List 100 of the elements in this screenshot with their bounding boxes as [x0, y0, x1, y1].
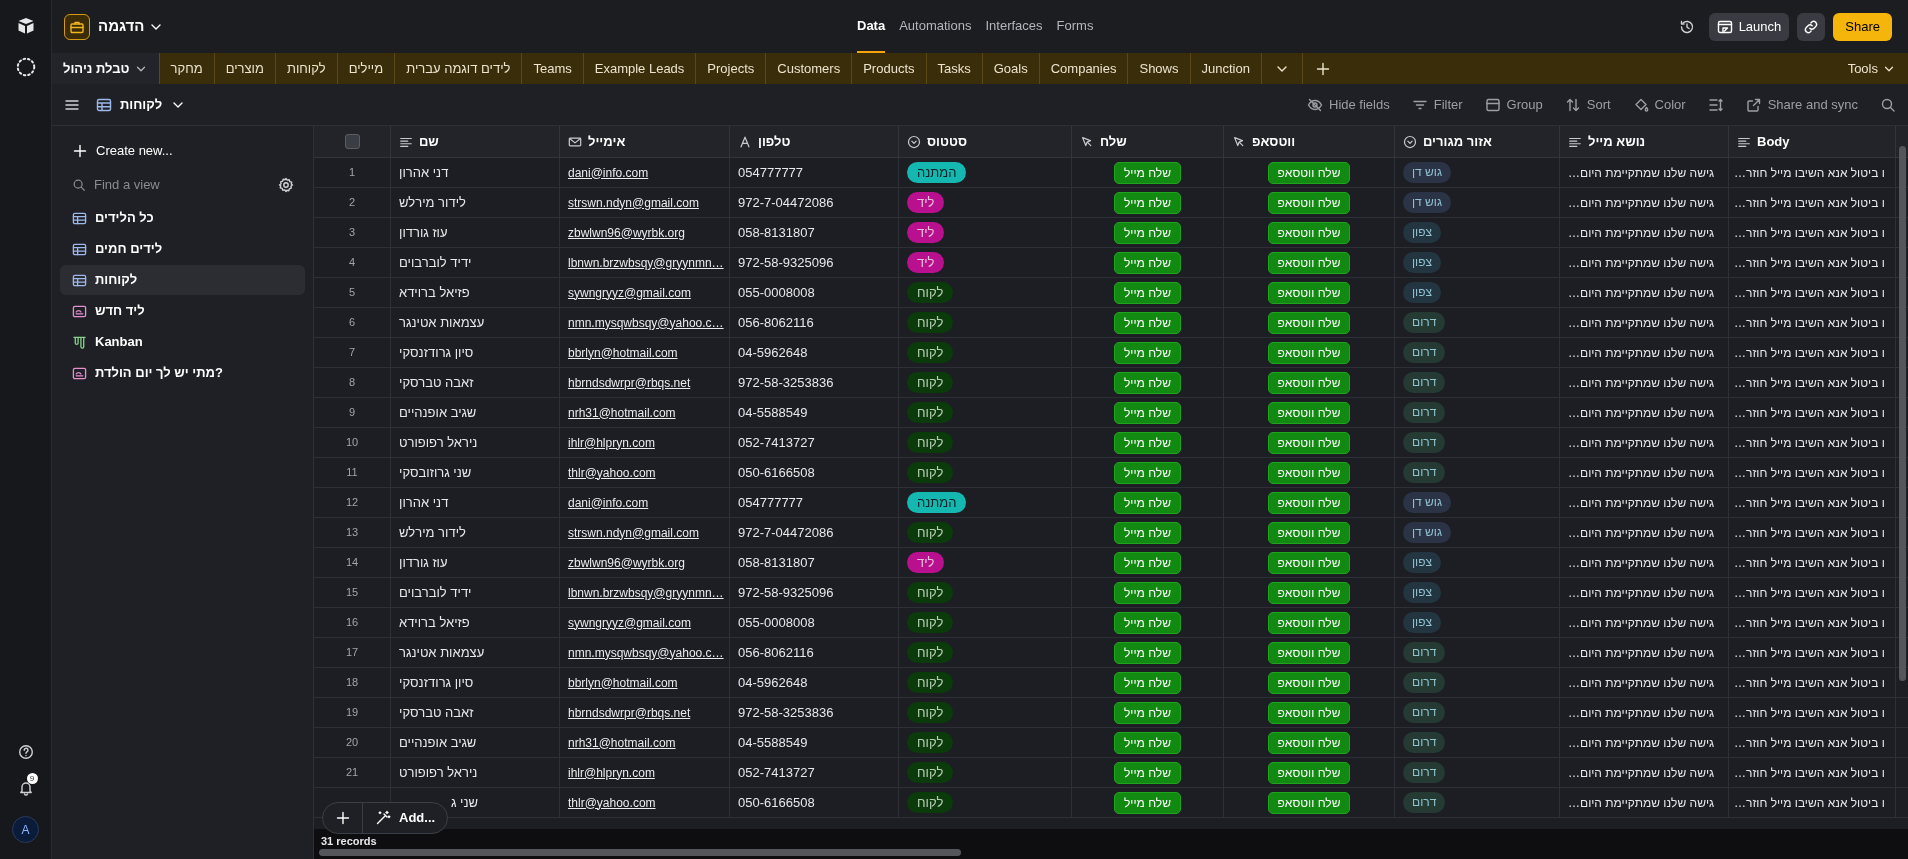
email-link[interactable]: bbrlyn@hotmail.com [568, 343, 678, 362]
send-whatsapp-button[interactable]: שלח ווטסאפ [1267, 221, 1351, 244]
column-header[interactable]: נושא מייל [1588, 131, 1646, 152]
column-header[interactable]: Body [1757, 131, 1790, 152]
send-whatsapp-button[interactable]: שלח ווטסאפ [1267, 191, 1351, 214]
email-link[interactable]: ihlr@hlpryn.com [568, 433, 655, 452]
view-item[interactable]: Kanban [60, 327, 305, 357]
share-view-button[interactable]: Share and sync [1745, 94, 1858, 115]
send-whatsapp-button[interactable]: שלח ווטסאפ [1267, 281, 1351, 304]
send-email-button[interactable]: שלח מייל [1114, 791, 1181, 814]
send-whatsapp-button[interactable]: שלח ווטסאפ [1267, 641, 1351, 664]
send-email-button[interactable]: שלח מייל [1114, 551, 1181, 574]
view-switcher[interactable]: לקוחות [96, 94, 187, 115]
email-link[interactable]: hbrndsdwrpr@rbqs.net [568, 703, 691, 722]
base-name-button[interactable]: הדגמה [98, 15, 165, 38]
column-header[interactable]: שלח [1100, 131, 1127, 152]
nav-tab[interactable]: Forms [1056, 0, 1094, 53]
view-item[interactable]: מתי יש לך יום הולדת? [60, 358, 305, 388]
send-email-button[interactable]: שלח מייל [1114, 671, 1181, 694]
send-whatsapp-button[interactable]: שלח ווטסאפ [1267, 791, 1351, 814]
view-item[interactable]: לקוחות [60, 265, 305, 295]
send-whatsapp-button[interactable]: שלח ווטסאפ [1267, 491, 1351, 514]
email-link[interactable]: dani@info.com [568, 493, 649, 512]
dotted-circle-icon[interactable] [14, 56, 37, 78]
filter-button[interactable]: Filter [1411, 94, 1463, 115]
email-link[interactable]: strswn.ndyn@gmail.com [568, 523, 699, 542]
group-button[interactable]: Group [1484, 94, 1543, 115]
send-email-button[interactable]: שלח מייל [1114, 461, 1181, 484]
send-email-button[interactable]: שלח מייל [1114, 641, 1181, 664]
email-link[interactable]: sywngryyz@gmail.com [568, 613, 691, 632]
row-height-button[interactable] [1707, 96, 1724, 113]
table-tab[interactable]: טבלת ניהול [52, 53, 160, 84]
send-whatsapp-button[interactable]: שלח ווטסאפ [1267, 401, 1351, 424]
find-view-field[interactable]: Find a view [94, 175, 270, 195]
send-whatsapp-button[interactable]: שלח ווטסאפ [1267, 521, 1351, 544]
send-email-button[interactable]: שלח מייל [1114, 611, 1181, 634]
send-email-button[interactable]: שלח מייל [1114, 431, 1181, 454]
send-email-button[interactable]: שלח מייל [1114, 371, 1181, 394]
send-whatsapp-button[interactable]: שלח ווטסאפ [1267, 551, 1351, 574]
email-link[interactable]: nrh31@hotmail.com [568, 403, 676, 422]
email-link[interactable]: thlr@yahoo.com [568, 793, 656, 812]
column-header[interactable]: שם [419, 131, 439, 152]
email-link[interactable]: thlr@yahoo.com [568, 463, 656, 482]
send-whatsapp-button[interactable]: שלח ווטסאפ [1267, 371, 1351, 394]
create-new-button[interactable]: Create new... [60, 134, 305, 168]
column-header[interactable]: טלפון [758, 131, 791, 152]
base-icon[interactable] [64, 13, 90, 40]
vertical-scrollbar[interactable] [1899, 146, 1906, 681]
send-email-button[interactable]: שלח מייל [1114, 521, 1181, 544]
color-button[interactable]: Color [1632, 94, 1686, 115]
column-header[interactable]: ווטסאפ [1252, 131, 1296, 152]
send-email-button[interactable]: שלח מייל [1114, 161, 1181, 184]
email-link[interactable]: lbnwn.brzwbsqy@gryynmn… [568, 253, 724, 272]
send-email-button[interactable]: שלח מייל [1114, 281, 1181, 304]
view-item[interactable]: ליד חדש [60, 296, 305, 326]
send-whatsapp-button[interactable]: שלח ווטסאפ [1267, 161, 1351, 184]
copy-link-button[interactable] [1797, 12, 1826, 41]
help-button[interactable] [17, 744, 34, 760]
send-email-button[interactable]: שלח מייל [1114, 701, 1181, 724]
view-item[interactable]: לידים חמים [60, 234, 305, 264]
email-link[interactable]: nrh31@hotmail.com [568, 733, 676, 752]
settings-button[interactable] [278, 177, 294, 193]
send-email-button[interactable]: שלח מייל [1114, 761, 1181, 784]
sort-button[interactable]: Sort [1564, 94, 1611, 115]
email-link[interactable]: nmn.mysqwbsqy@yahoo.c… [568, 643, 724, 662]
nav-tab[interactable]: Interfaces [985, 0, 1043, 53]
email-link[interactable]: ihlr@hlpryn.com [568, 763, 655, 782]
horizontal-scrollbar[interactable] [319, 849, 961, 856]
email-link[interactable]: zbwlwn96@wyrbk.org [568, 553, 685, 572]
view-item[interactable]: כל הלידים [60, 203, 305, 233]
send-email-button[interactable]: שלח מייל [1114, 491, 1181, 514]
send-whatsapp-button[interactable]: שלח ווטסאפ [1267, 701, 1351, 724]
email-link[interactable]: bbrlyn@hotmail.com [568, 673, 678, 692]
search-button[interactable] [1880, 96, 1896, 113]
email-link[interactable]: dani@info.com [568, 163, 649, 182]
send-whatsapp-button[interactable]: שלח ווטסאפ [1267, 251, 1351, 274]
send-whatsapp-button[interactable]: שלח ווטסאפ [1267, 581, 1351, 604]
email-link[interactable]: sywngryyz@gmail.com [568, 283, 691, 302]
tools-menu[interactable]: Tools [1847, 58, 1896, 79]
send-whatsapp-button[interactable]: שלח ווטסאפ [1267, 611, 1351, 634]
column-header[interactable]: סטטוס [927, 131, 967, 152]
send-whatsapp-button[interactable]: שלח ווטסאפ [1267, 311, 1351, 334]
column-header[interactable]: אזור מגורים [1423, 131, 1492, 152]
send-whatsapp-button[interactable]: שלח ווטסאפ [1267, 341, 1351, 364]
send-email-button[interactable]: שלח מייל [1114, 311, 1181, 334]
send-whatsapp-button[interactable]: שלח ווטסאפ [1267, 431, 1351, 454]
send-whatsapp-button[interactable]: שלח ווטסאפ [1267, 461, 1351, 484]
email-link[interactable]: hbrndsdwrpr@rbqs.net [568, 373, 691, 392]
email-link[interactable]: strswn.ndyn@gmail.com [568, 193, 699, 212]
notifications-button[interactable] [17, 780, 34, 796]
send-email-button[interactable]: שלח מייל [1114, 221, 1181, 244]
send-email-button[interactable]: שלח מייל [1114, 341, 1181, 364]
send-email-button[interactable]: שלח מייל [1114, 191, 1181, 214]
send-whatsapp-button[interactable]: שלח ווטסאפ [1267, 761, 1351, 784]
send-email-button[interactable]: שלח מייל [1114, 251, 1181, 274]
share-button[interactable]: Share [1833, 12, 1892, 41]
email-link[interactable]: nmn.mysqwbsqy@yahoo.c… [568, 313, 724, 332]
email-link[interactable]: lbnwn.brzwbsqy@gryynmn… [568, 583, 724, 602]
hide-fields-button[interactable]: Hide fields [1307, 94, 1390, 115]
send-whatsapp-button[interactable]: שלח ווטסאפ [1267, 671, 1351, 694]
